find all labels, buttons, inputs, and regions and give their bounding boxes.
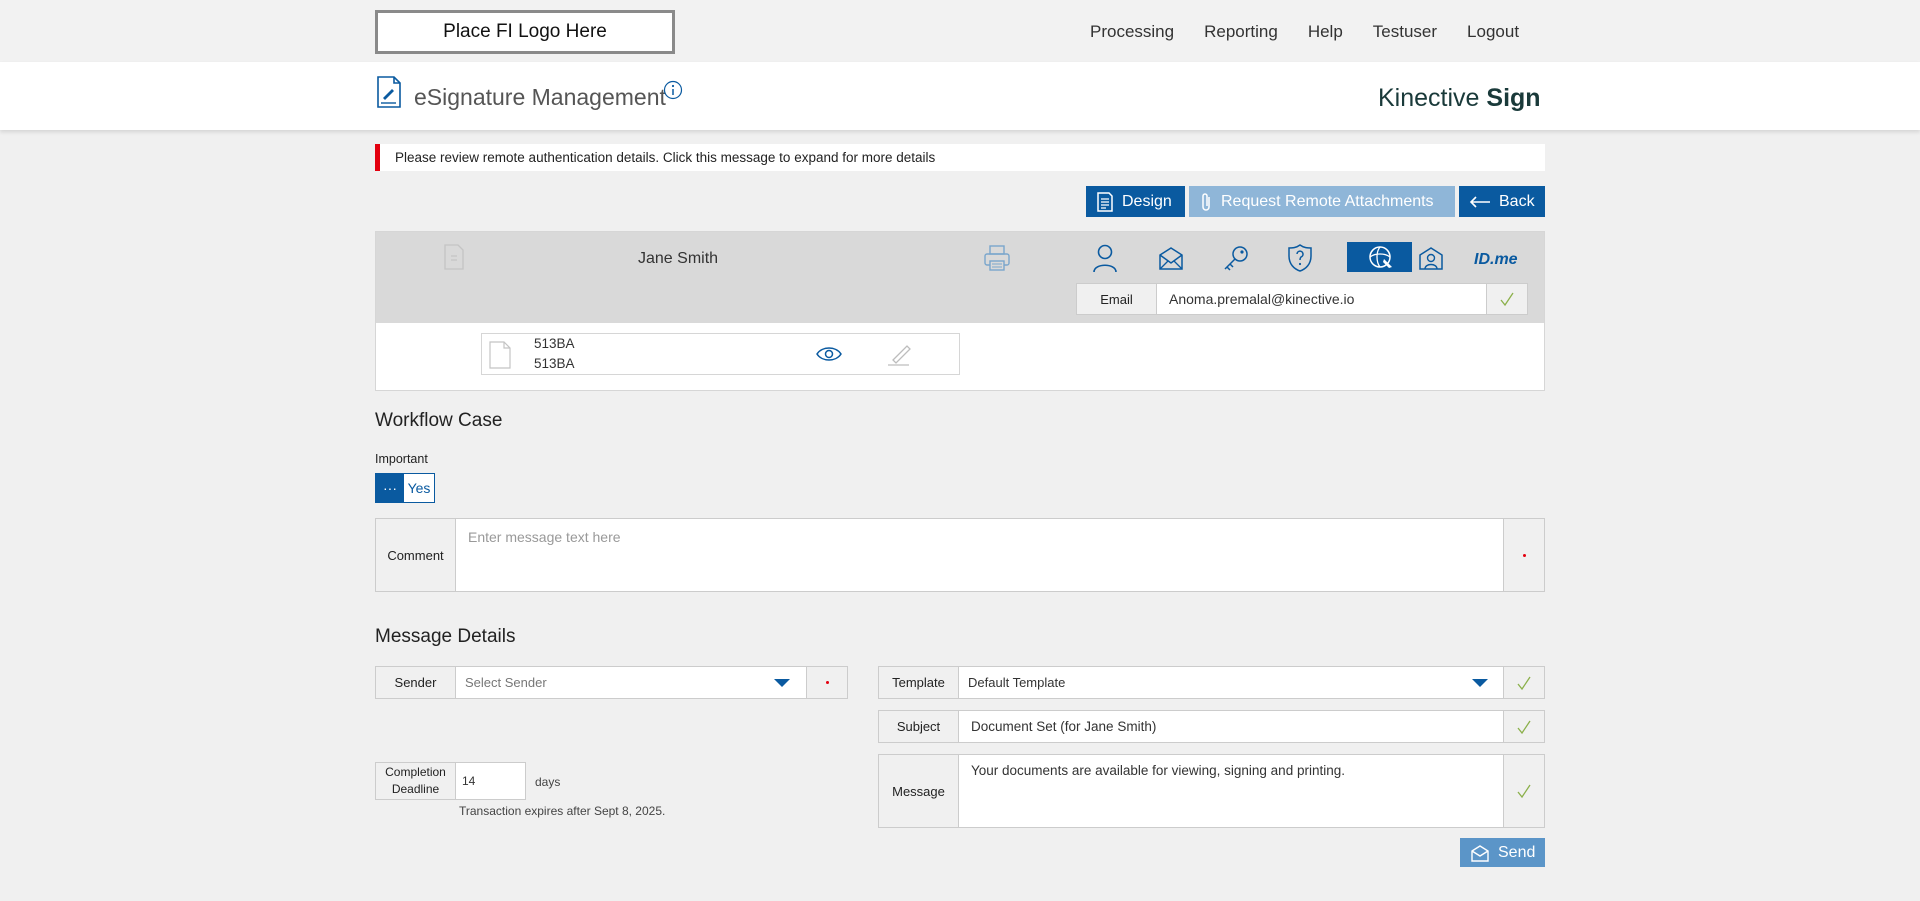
required-dot (825, 681, 829, 684)
email-auth-icon[interactable] (1152, 243, 1190, 273)
send-button[interactable]: Send (1460, 838, 1545, 867)
brand-prefix: Kinective (1378, 84, 1480, 112)
subject-label: Subject (878, 710, 959, 743)
brand-suffix: Sign (1486, 84, 1541, 112)
check-icon (1487, 283, 1528, 315)
document-icon (489, 341, 511, 369)
signer-document-icon (443, 244, 465, 270)
design-button[interactable]: Design (1086, 186, 1185, 217)
sign-pen-icon[interactable] (887, 342, 913, 366)
workflow-case-heading: Workflow Case (375, 410, 503, 431)
print-icon[interactable] (982, 243, 1012, 273)
alert-message[interactable]: Please review remote authentication deta… (375, 144, 1545, 171)
esignature-document-icon (376, 76, 402, 108)
check-icon (1504, 754, 1545, 828)
in-person-icon[interactable] (1412, 243, 1450, 273)
fi-logo-placeholder: Place FI Logo Here (375, 10, 675, 54)
sender-label: Sender (375, 666, 456, 699)
request-attachments-label: Request Remote Attachments (1221, 192, 1434, 210)
eye-icon[interactable] (816, 345, 842, 363)
back-label: Back (1499, 192, 1535, 210)
remote-signing-icon (1347, 242, 1412, 272)
completion-deadline-label: Completion Deadline (375, 762, 456, 800)
arrow-left-icon (1469, 195, 1491, 209)
toggle-value: Yes (407, 480, 431, 496)
key-auth-icon[interactable] (1217, 243, 1255, 273)
paperclip-icon (1199, 192, 1213, 212)
send-mail-icon (1470, 844, 1490, 862)
question-shield-icon[interactable] (1281, 243, 1319, 273)
email-field[interactable]: Anoma.premalal@kinective.io (1157, 283, 1487, 315)
send-label: Send (1498, 843, 1536, 861)
required-dot (1522, 553, 1526, 557)
nav-help[interactable]: Help (1308, 22, 1343, 46)
top-nav: Processing Reporting Help Testuser Logou… (1090, 22, 1519, 46)
check-icon (1504, 666, 1545, 699)
nav-logout[interactable]: Logout (1467, 22, 1519, 46)
document-name: 513BA (534, 336, 575, 351)
message-details-heading: Message Details (375, 626, 516, 647)
expiry-note: Transaction expires after Sept 8, 2025. (459, 804, 666, 818)
required-indicator (807, 666, 848, 699)
nav-reporting[interactable]: Reporting (1204, 22, 1278, 46)
check-icon (1504, 710, 1545, 743)
message-field[interactable]: Your documents are available for viewing… (959, 754, 1504, 828)
signer-name: Jane Smith (638, 250, 719, 267)
top-bar (0, 0, 1920, 62)
idme-auth-option[interactable]: ID.me (1474, 251, 1518, 269)
info-icon[interactable] (663, 80, 683, 100)
page-title: eSignature Management (414, 84, 666, 110)
person-icon[interactable] (1086, 243, 1124, 273)
nav-processing[interactable]: Processing (1090, 22, 1174, 46)
template-select[interactable]: Default Template (959, 666, 1504, 699)
nav-user[interactable]: Testuser (1373, 22, 1437, 46)
deadline-unit: days (535, 775, 561, 789)
design-label: Design (1122, 192, 1172, 210)
subject-field[interactable]: Document Set (for Jane Smith) (959, 710, 1504, 743)
message-label: Message (878, 754, 959, 828)
remote-signing-option-selected[interactable] (1347, 242, 1412, 272)
header-band (0, 62, 1920, 130)
important-toggle[interactable]: ··· Yes (375, 473, 435, 503)
toggle-knob: ··· (376, 474, 404, 502)
comment-label: Comment (375, 518, 456, 592)
kinective-sign-brand: Kinective Sign (1378, 84, 1541, 113)
template-label: Template (878, 666, 959, 699)
completion-deadline-input[interactable]: 14 (456, 762, 526, 800)
email-label: Email (1076, 283, 1157, 315)
important-label: Important (375, 452, 428, 466)
document-subname: 513BA (534, 356, 575, 371)
required-indicator (1504, 518, 1545, 592)
sender-select[interactable]: Select Sender (456, 666, 807, 699)
chevron-down-icon[interactable] (773, 678, 791, 688)
chevron-down-icon[interactable] (1471, 678, 1489, 688)
design-icon (1096, 191, 1114, 212)
request-remote-attachments-button[interactable]: Request Remote Attachments (1189, 186, 1455, 217)
comment-input[interactable] (456, 518, 1504, 592)
back-button[interactable]: Back (1459, 186, 1545, 217)
